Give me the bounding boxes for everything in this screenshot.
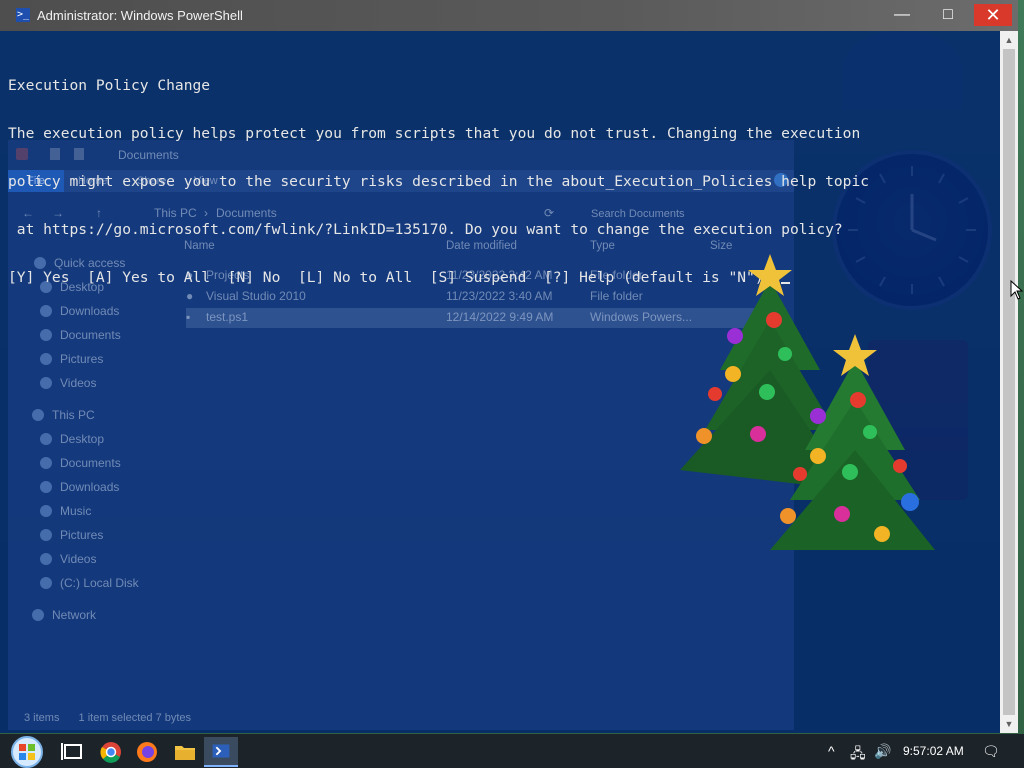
selection-info: 1 item selected 7 bytes	[78, 712, 192, 724]
task-view-icon[interactable]	[56, 737, 90, 767]
documents-icon	[40, 329, 52, 341]
maximize-button[interactable]: □	[930, 4, 966, 26]
network-icon	[32, 609, 44, 621]
nav-this-pc[interactable]: This PC	[32, 408, 95, 428]
nav-local-disk[interactable]: (C:) Local Disk	[40, 576, 139, 596]
nav-qa-documents[interactable]: Documents	[40, 328, 121, 348]
christmas-trees-decoration	[680, 254, 935, 550]
nav-pc-downloads[interactable]: Downloads	[40, 480, 119, 500]
console-line-heading: Execution Policy Change	[8, 77, 211, 94]
explorer-status-bar: 3 items 1 item selected 7 bytes	[24, 712, 191, 724]
nav-pc-pictures[interactable]: Pictures	[40, 528, 103, 548]
window-title: Administrator: Windows PowerShell	[37, 8, 243, 23]
computer-icon	[32, 409, 44, 421]
pictures-icon	[40, 529, 52, 541]
item-count: 3 items	[24, 712, 60, 724]
chrome-icon[interactable]	[94, 737, 128, 767]
firefox-icon[interactable]	[130, 737, 164, 767]
nav-qa-videos[interactable]: Videos	[40, 376, 96, 396]
network-icon[interactable]: 🖧	[850, 743, 866, 767]
disk-icon	[40, 577, 52, 589]
tray-overflow-icon[interactable]: ^	[828, 743, 835, 759]
scroll-down-icon[interactable]: ▼	[1000, 715, 1018, 733]
nav-network[interactable]: Network	[32, 608, 96, 628]
pictures-icon	[40, 353, 52, 365]
console-prompt: [Y] Yes [A] Yes to All [N] No [L] No to …	[8, 269, 782, 286]
taskbar-clock[interactable]: 9:57:02 AM	[903, 744, 964, 758]
mouse-pointer-icon	[1010, 280, 1024, 300]
close-button[interactable]: ✕	[974, 4, 1012, 26]
powershell-icon: >_	[16, 8, 30, 22]
taskbar: ^ 🖧 🔊 9:57:02 AM 🗨	[0, 734, 1024, 768]
volume-icon[interactable]: 🔊	[874, 743, 891, 760]
scroll-up-icon[interactable]: ▲	[1000, 31, 1018, 49]
scroll-thumb[interactable]	[1003, 49, 1015, 715]
nav-pc-documents[interactable]: Documents	[40, 456, 121, 476]
videos-icon	[40, 553, 52, 565]
nav-pc-music[interactable]: Music	[40, 504, 91, 524]
powershell-titlebar[interactable]: >_ Administrator: Windows PowerShell — □…	[0, 0, 1018, 31]
downloads-icon	[40, 481, 52, 493]
file-explorer-icon[interactable]	[168, 737, 202, 767]
videos-icon	[40, 377, 52, 389]
nav-pc-desktop[interactable]: Desktop	[40, 432, 104, 452]
notifications-icon[interactable]: 🗨	[982, 743, 1000, 760]
minimize-button[interactable]: —	[884, 4, 920, 26]
music-icon	[40, 505, 52, 517]
nav-pc-videos[interactable]: Videos	[40, 552, 96, 572]
desktop-icon	[40, 433, 52, 445]
console-line: The execution policy helps protect you f…	[8, 125, 861, 142]
start-orb-icon[interactable]	[8, 734, 46, 768]
powershell-taskbar-icon[interactable]	[204, 737, 238, 767]
console-line: at https://go.microsoft.com/fwlink/?Link…	[8, 221, 843, 238]
documents-icon	[40, 457, 52, 469]
nav-qa-pictures[interactable]: Pictures	[40, 352, 103, 372]
vertical-scrollbar[interactable]: ▲ ▼	[1000, 31, 1018, 733]
console-line: policy might expose you to the security …	[8, 173, 870, 190]
